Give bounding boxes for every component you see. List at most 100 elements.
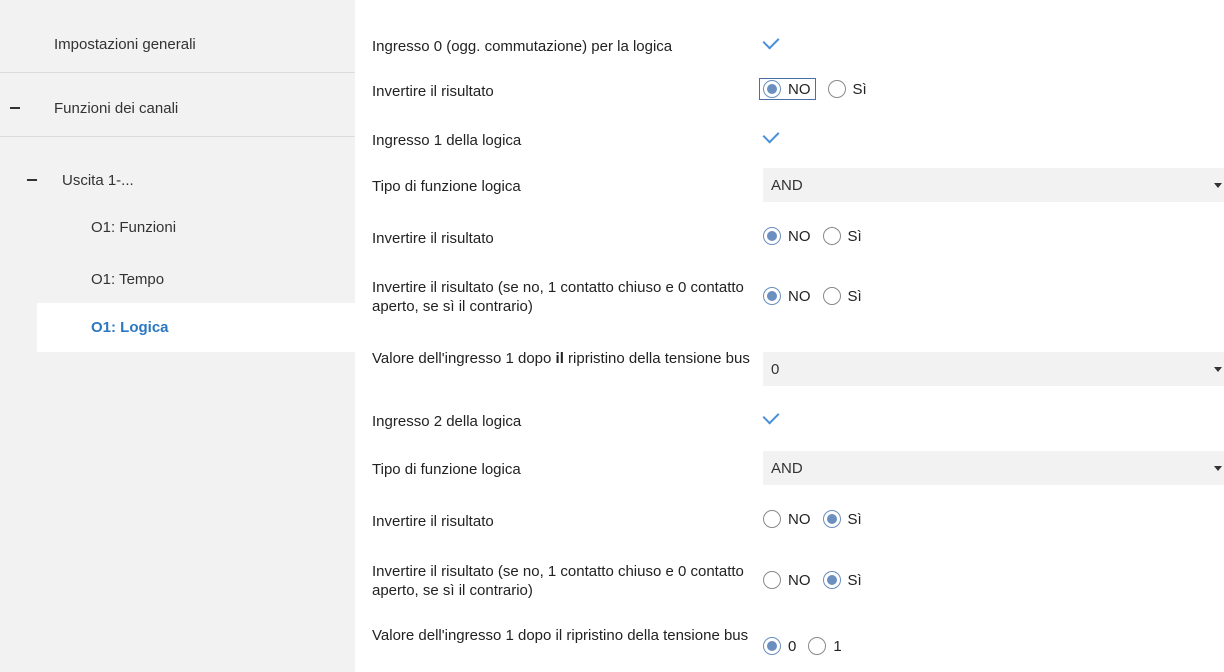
sidebar-item-label: O1: Funzioni bbox=[91, 218, 177, 236]
sidebar-item-label: Uscita 1-... bbox=[62, 171, 134, 189]
sidebar-item-o1-logic[interactable]: O1: Logica bbox=[37, 303, 355, 352]
chevron-down-icon bbox=[1214, 366, 1222, 372]
radio-group: NO Sì bbox=[759, 78, 879, 100]
sidebar-item-label: Impostazioni generali bbox=[54, 35, 196, 53]
radio-label: NO bbox=[788, 227, 811, 245]
checkbox-checked-icon[interactable] bbox=[762, 32, 780, 50]
radio-option-no[interactable]: NO bbox=[763, 571, 811, 589]
radio-option-si[interactable]: Sì bbox=[822, 227, 862, 245]
radio-label: NO bbox=[788, 571, 811, 589]
radio-option-1[interactable]: 1 bbox=[808, 637, 842, 655]
radio-label: Sì bbox=[847, 287, 862, 305]
radio-icon[interactable] bbox=[763, 510, 781, 528]
chevron-down-icon bbox=[1214, 465, 1222, 471]
param-row: Ingresso 0 (ogg. commutazione) per la lo… bbox=[355, 32, 1224, 58]
radio-option-no[interactable]: NO bbox=[763, 80, 811, 98]
select-value: 0 bbox=[771, 360, 780, 378]
input-value-select[interactable]: 0 bbox=[763, 352, 1224, 386]
checkbox-checked-icon[interactable] bbox=[762, 407, 780, 425]
param-label-part: Valore dell'ingresso 1 dopo bbox=[372, 350, 556, 367]
param-label: Invertire il risultato bbox=[372, 230, 494, 247]
sidebar-item-label: O1: Logica bbox=[91, 319, 169, 336]
radio-option-no[interactable]: NO bbox=[763, 287, 811, 305]
parameter-panel: Ingresso 0 (ogg. commutazione) per la lo… bbox=[355, 0, 1224, 672]
param-row: Invertire il risultato NO Sì bbox=[355, 507, 1224, 533]
param-row: Invertire il risultato NO Sì bbox=[355, 76, 1224, 102]
param-label: Valore dell'ingresso 1 dopo il ripristin… bbox=[372, 349, 757, 368]
radio-option-0[interactable]: 0 bbox=[763, 637, 796, 655]
sidebar-item-o1-functions[interactable]: O1: Funzioni bbox=[0, 203, 355, 251]
radio-icon[interactable] bbox=[763, 571, 781, 589]
sidebar-item-label: Funzioni dei canali bbox=[54, 99, 179, 117]
collapse-icon[interactable] bbox=[27, 179, 37, 181]
param-label-part: ripristino della tensione bus bbox=[563, 350, 750, 367]
radio-group: NO Sì bbox=[763, 287, 874, 305]
param-label: Invertire il risultato (se no, 1 contatt… bbox=[372, 279, 744, 315]
page: Impostazioni generali Funzioni dei canal… bbox=[0, 0, 1224, 672]
radio-selected-icon[interactable] bbox=[763, 80, 781, 98]
sidebar-item-output[interactable]: Uscita 1-... bbox=[0, 156, 355, 204]
radio-label: 0 bbox=[788, 637, 797, 655]
radio-label: NO bbox=[788, 287, 811, 305]
radio-label: 1 bbox=[833, 637, 842, 655]
param-row: Valore dell'ingresso 1 dopo il ripristin… bbox=[355, 625, 1224, 669]
param-row: Ingresso 1 della logica bbox=[355, 126, 1224, 150]
radio-option-no[interactable]: NO bbox=[763, 510, 811, 528]
radio-option-si[interactable]: Sì bbox=[822, 287, 862, 305]
radio-option-no[interactable]: NO bbox=[763, 227, 811, 245]
param-row: Tipo di funzione logica AND bbox=[355, 451, 1224, 485]
select-value: AND bbox=[771, 459, 803, 477]
param-label: Ingresso 0 (ogg. commutazione) per la lo… bbox=[372, 38, 673, 55]
radio-selected-icon[interactable] bbox=[822, 510, 841, 528]
radio-icon[interactable] bbox=[827, 80, 846, 98]
radio-option-si[interactable]: Sì bbox=[827, 80, 867, 98]
collapse-icon[interactable] bbox=[10, 107, 20, 109]
param-label: Tipo di funzione logica bbox=[372, 178, 521, 195]
param-label: Tipo di funzione logica bbox=[372, 461, 521, 478]
sidebar-item-label: O1: Tempo bbox=[91, 270, 165, 288]
radio-icon[interactable] bbox=[822, 287, 841, 305]
radio-label: Sì bbox=[852, 80, 867, 98]
select-value: AND bbox=[771, 176, 803, 194]
sidebar-item-o1-time[interactable]: O1: Tempo bbox=[0, 255, 355, 303]
radio-selected-icon[interactable] bbox=[763, 637, 781, 655]
param-row: Invertire il risultato (se no, 1 contatt… bbox=[355, 559, 1224, 603]
radio-option-si[interactable]: Sì bbox=[822, 510, 862, 528]
radio-label: NO bbox=[788, 80, 811, 98]
radio-icon[interactable] bbox=[808, 637, 827, 655]
radio-group: NO Sì bbox=[763, 571, 874, 589]
param-row: Invertire il risultato NO Sì bbox=[355, 224, 1224, 250]
checkbox-checked-icon[interactable] bbox=[762, 126, 780, 144]
sidebar: Impostazioni generali Funzioni dei canal… bbox=[0, 0, 355, 672]
param-label: Valore dell'ingresso 1 dopo il ripristin… bbox=[372, 627, 749, 644]
logic-type-select[interactable]: AND bbox=[763, 451, 1224, 485]
sidebar-item-channel-functions[interactable]: Funzioni dei canali bbox=[0, 84, 355, 132]
param-label-bold: il bbox=[555, 350, 564, 367]
param-row: Tipo di funzione logica AND bbox=[355, 168, 1224, 202]
param-label: Invertire il risultato bbox=[372, 83, 494, 100]
radio-focus-outline: NO bbox=[759, 78, 816, 100]
radio-selected-icon[interactable] bbox=[763, 227, 781, 245]
radio-label: Sì bbox=[847, 510, 862, 528]
param-label: Ingresso 2 della logica bbox=[372, 413, 522, 430]
sidebar-item-general[interactable]: Impostazioni generali bbox=[0, 20, 355, 68]
radio-icon[interactable] bbox=[822, 227, 841, 245]
radio-selected-icon[interactable] bbox=[763, 287, 781, 305]
logic-type-select[interactable]: AND bbox=[763, 168, 1224, 202]
radio-label: NO bbox=[788, 510, 811, 528]
param-label: Ingresso 1 della logica bbox=[372, 132, 522, 149]
chevron-down-icon bbox=[1214, 182, 1222, 188]
radio-group: NO Sì bbox=[763, 227, 874, 245]
radio-group: NO Sì bbox=[763, 510, 874, 528]
param-label: Invertire il risultato (se no, 1 contatt… bbox=[372, 563, 744, 599]
radio-selected-icon[interactable] bbox=[822, 571, 841, 589]
sidebar-divider bbox=[0, 136, 355, 137]
sidebar-divider bbox=[0, 72, 355, 73]
param-row: Invertire il risultato (se no, 1 contatt… bbox=[355, 275, 1224, 319]
radio-option-si[interactable]: Sì bbox=[822, 571, 862, 589]
radio-label: Sì bbox=[847, 227, 862, 245]
radio-group: 0 1 bbox=[763, 637, 854, 655]
param-label: Invertire il risultato bbox=[372, 513, 494, 530]
radio-label: Sì bbox=[847, 571, 862, 589]
param-row: Ingresso 2 della logica bbox=[355, 407, 1224, 432]
